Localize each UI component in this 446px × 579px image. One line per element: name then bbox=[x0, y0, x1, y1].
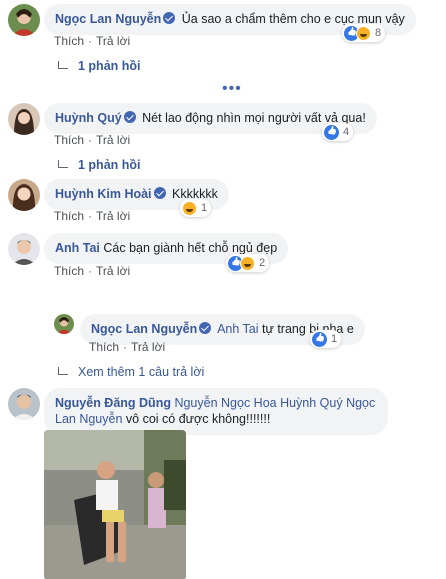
more-comments-dots[interactable]: ••• bbox=[222, 80, 242, 98]
reply-button[interactable]: Trả lời bbox=[131, 340, 165, 354]
comment-author[interactable]: Anh Tai bbox=[55, 241, 100, 255]
reaction-count: 1 bbox=[201, 202, 208, 214]
reply-arrow-icon bbox=[58, 61, 68, 69]
reply-avatar[interactable] bbox=[54, 314, 74, 334]
like-button[interactable]: Thích bbox=[54, 34, 84, 48]
comment-photo[interactable] bbox=[44, 430, 186, 579]
reply-button[interactable]: Trả lời bbox=[96, 133, 130, 147]
reaction-summary[interactable]: 2 bbox=[226, 254, 270, 272]
avatar[interactable] bbox=[8, 103, 40, 135]
comment-text: vô coi có được không!!!!!!! bbox=[125, 412, 271, 426]
comment-bubble: Nguyễn Đăng Dũng Nguyễn Ngọc Hoa Huỳnh Q… bbox=[44, 388, 388, 435]
replies-count-label: 1 phản hồi bbox=[78, 59, 141, 73]
reply-arrow-icon bbox=[58, 367, 68, 375]
haha-reaction-icon bbox=[356, 25, 371, 41]
verified-badge-icon bbox=[123, 111, 136, 123]
like-reaction-icon bbox=[312, 331, 327, 347]
reply-text: tự trang bị nha e bbox=[262, 322, 354, 336]
comment-author[interactable]: Ngọc Lan Nguyễn bbox=[55, 12, 161, 26]
view-more-label: Xem thêm 1 câu trả lời bbox=[78, 365, 205, 379]
like-button[interactable]: Thích bbox=[89, 340, 119, 354]
avatar[interactable] bbox=[8, 233, 40, 265]
reaction-summary[interactable]: 1 bbox=[310, 330, 342, 348]
view-replies-link[interactable]: 1 phản hồi bbox=[58, 158, 141, 172]
haha-reaction-icon bbox=[182, 200, 197, 216]
verified-badge-icon bbox=[163, 12, 176, 24]
like-button[interactable]: Thích bbox=[54, 209, 84, 223]
comment-actions: Thích · Trả lời bbox=[54, 133, 130, 147]
separator-dot: · bbox=[88, 133, 93, 147]
comment-actions: Thích · Trả lời bbox=[54, 264, 130, 278]
verified-badge-icon bbox=[199, 322, 212, 334]
comment-actions: Thích · Trả lời bbox=[54, 34, 130, 48]
reaction-count: 2 bbox=[259, 257, 266, 269]
reply-button[interactable]: Trả lời bbox=[96, 34, 130, 48]
view-replies-link[interactable]: 1 phản hồi bbox=[58, 59, 141, 73]
reply-button[interactable]: Trả lời bbox=[96, 209, 130, 223]
reaction-count: 1 bbox=[331, 333, 338, 345]
avatar[interactable] bbox=[8, 179, 40, 211]
replies-count-label: 1 phản hồi bbox=[78, 158, 141, 172]
reply-actions: Thích · Trả lời bbox=[89, 340, 165, 354]
reaction-count: 8 bbox=[375, 27, 382, 39]
verified-badge-icon bbox=[153, 187, 166, 199]
separator-dot: · bbox=[88, 209, 93, 223]
comment-author[interactable]: Nguyễn Đăng Dũng bbox=[55, 396, 171, 410]
like-button[interactable]: Thích bbox=[54, 264, 84, 278]
reaction-summary[interactable]: 1 bbox=[180, 199, 212, 217]
reply-mention[interactable]: Anh Tai bbox=[217, 322, 258, 336]
reply-arrow-icon bbox=[58, 160, 68, 168]
view-more-replies-link[interactable]: Xem thêm 1 câu trả lời bbox=[58, 365, 204, 379]
comment-actions: Thích · Trả lời bbox=[54, 209, 130, 223]
separator-dot: · bbox=[88, 264, 93, 278]
reply-author[interactable]: Ngọc Lan Nguyễn bbox=[91, 322, 197, 336]
avatar[interactable] bbox=[8, 4, 40, 36]
reaction-summary[interactable]: 4 bbox=[322, 123, 354, 141]
avatar[interactable] bbox=[8, 388, 40, 420]
comment-text: Các bạn giành hết chỗ ngủ đẹp bbox=[103, 241, 278, 255]
reaction-summary[interactable]: 8 bbox=[342, 24, 386, 42]
like-button[interactable]: Thích bbox=[54, 133, 84, 147]
haha-reaction-icon bbox=[240, 255, 255, 271]
like-reaction-icon bbox=[324, 124, 339, 140]
comment-author[interactable]: Huỳnh Kim Hoài bbox=[55, 187, 152, 201]
reply-button[interactable]: Trả lời bbox=[96, 264, 130, 278]
separator-dot: · bbox=[88, 34, 93, 48]
reaction-count: 4 bbox=[343, 126, 350, 138]
separator-dot: · bbox=[123, 340, 128, 354]
comment-author[interactable]: Huỳnh Quý bbox=[55, 111, 122, 125]
